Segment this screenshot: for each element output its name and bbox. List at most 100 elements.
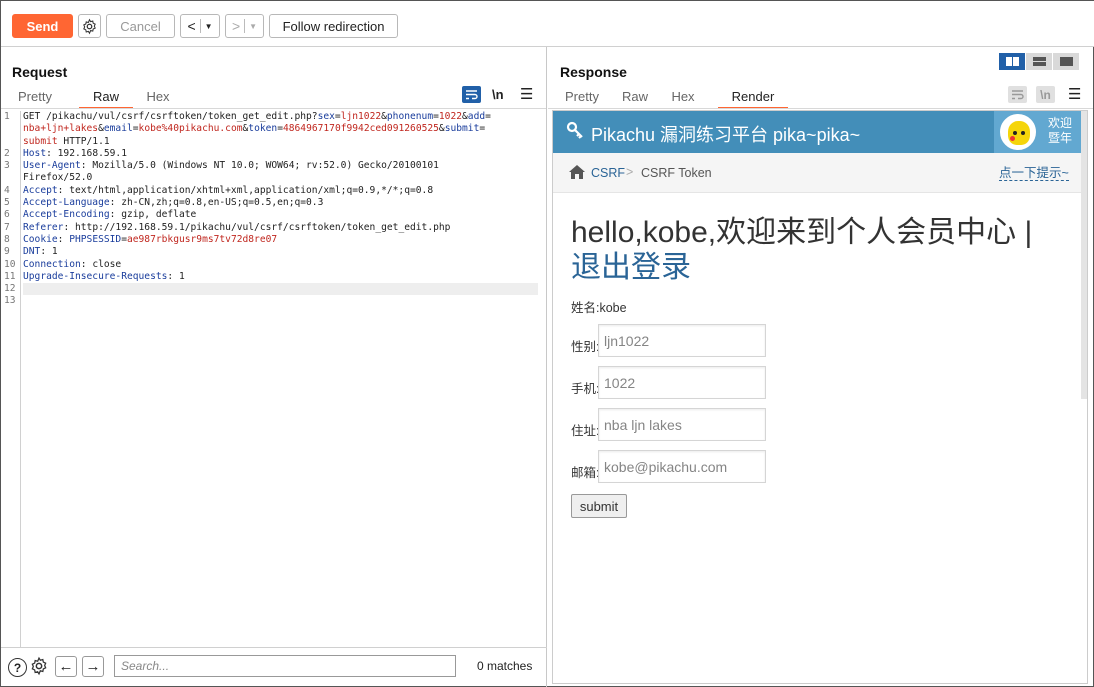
follow-redirection-button[interactable]: Follow redirection	[269, 14, 398, 38]
cancel-button[interactable]: Cancel	[106, 14, 175, 38]
breadcrumb-csrf-link[interactable]: CSRF	[591, 166, 625, 180]
key-icon	[566, 121, 584, 144]
request-editor[interactable]: 1 2 3 4 5 6 7 8 9 10 11 12 13 GET /pikachu/vul/csrf/…	[1, 111, 546, 647]
render-scrollbar[interactable]	[1081, 111, 1087, 399]
caret-down-icon: ▼	[249, 21, 258, 31]
tab-hex[interactable]: Hex	[670, 89, 696, 109]
help-icon[interactable]: ?	[8, 658, 27, 677]
hello-text: hello,kobe,欢迎来到个人会员中心 |	[571, 216, 1033, 249]
tab-hex[interactable]: Hex	[145, 89, 171, 109]
tab-pretty[interactable]: Pretty	[17, 89, 53, 109]
tab-render[interactable]: Render	[718, 89, 788, 109]
email-input[interactable]: kobe@pikachu.com	[598, 450, 766, 483]
line-number: 6	[4, 209, 10, 221]
line-number: 1	[4, 111, 10, 122]
wrap-icon	[1012, 90, 1024, 100]
request-search-bar: ? ← → Search... 0 matches	[1, 647, 547, 687]
send-button[interactable]: Send	[12, 14, 73, 38]
line-number	[4, 123, 20, 135]
code-line[interactable]: Cookie: PHPSESSID=ae987rbkgusr9ms7tv72d8…	[23, 234, 538, 246]
sex-label: 性别:	[571, 340, 600, 354]
layout-tabs-button[interactable]	[1053, 53, 1080, 70]
breadcrumb: CSRF > CSRF Token 点一下提示~	[553, 153, 1081, 193]
layout-stacked-button[interactable]	[1026, 53, 1053, 70]
line-number	[4, 172, 20, 184]
code-line[interactable]: User-Agent: Mozilla/5.0 (Windows NT 10.0…	[23, 160, 538, 172]
forward-button[interactable]: > ▼	[225, 14, 264, 38]
gear-icon	[83, 18, 96, 34]
submit-button[interactable]: submit	[571, 494, 627, 518]
site-title[interactable]: Pikachu 漏洞练习平台 pika~pika~	[591, 121, 860, 147]
line-number: 11	[4, 270, 16, 282]
line-number: 13	[4, 295, 16, 307]
back-button[interactable]: < ▼	[180, 14, 220, 38]
code-line[interactable]	[23, 283, 538, 296]
breadcrumb-separator-icon: >	[626, 165, 634, 179]
search-input[interactable]: Search...	[114, 655, 456, 677]
code-line[interactable]	[23, 295, 538, 307]
hint-link[interactable]: 点一下提示~	[999, 166, 1069, 181]
line-number: 3	[4, 160, 10, 172]
code-line[interactable]: nba+ljn+lakes&email=kobe%40pikachu.com&t…	[23, 123, 538, 135]
user-menu[interactable]: 欢迎 暨年	[994, 111, 1081, 153]
caret-down-icon: ▼	[204, 21, 213, 31]
layout-side-by-side-button[interactable]	[999, 53, 1026, 70]
line-number-gutter: 1 2 3 4 5 6 7 8 9 10 11 12 13	[1, 111, 21, 647]
chevron-right-icon: >	[231, 18, 241, 34]
avatar	[1000, 114, 1036, 150]
code-line[interactable]: Upgrade-Insecure-Requests: 1	[23, 271, 538, 283]
address-input[interactable]: nba ljn lakes	[598, 408, 766, 441]
newline-toggle[interactable]: \n	[492, 87, 504, 102]
chevron-left-icon: <	[187, 18, 196, 34]
request-panel: Request Pretty Raw Hex \n ☰ 1 2 3 4 5 6 7 8 9 10 1…	[1, 47, 547, 687]
top-toolbar: Send Cancel < ▼ > ▼ Follow redirection	[1, 1, 1094, 47]
code-line[interactable]: Accept-Encoding: gzip, deflate	[23, 209, 538, 221]
tab-divider	[1, 108, 546, 109]
code-line[interactable]: GET /pikachu/vul/csrf/csrftoken/token_ge…	[23, 111, 538, 123]
logout-link[interactable]: 退出登录	[571, 251, 691, 284]
tab-raw[interactable]: Raw	[622, 89, 648, 109]
single-pane-icon	[1059, 57, 1073, 66]
home-icon[interactable]	[569, 165, 585, 179]
rendered-page: Pikachu 漏洞练习平台 pika~pika~ 欢迎 暨年 CSRF > C…	[552, 110, 1088, 684]
code-line[interactable]: Connection: close	[23, 259, 538, 271]
phone-label: 手机:	[571, 382, 600, 396]
pikachu-avatar-icon	[1008, 121, 1030, 145]
request-tabs: Pretty Raw Hex	[17, 89, 171, 109]
next-match-button[interactable]: →	[82, 656, 104, 677]
menu-icon[interactable]: ☰	[1068, 85, 1081, 103]
request-text[interactable]: GET /pikachu/vul/csrf/csrftoken/token_ge…	[23, 111, 538, 308]
site-header: Pikachu 漏洞练习平台 pika~pika~ 欢迎 暨年	[553, 111, 1081, 153]
search-settings-button[interactable]	[29, 656, 49, 679]
arrow-left-icon: ←	[58, 658, 74, 675]
app-window: Send Cancel < ▼ > ▼ Follow redirection Req…	[0, 0, 1094, 687]
code-line[interactable]: DNT: 1	[23, 246, 538, 258]
previous-match-button[interactable]: ←	[55, 656, 77, 677]
code-line[interactable]: Referer: http://192.168.59.1/pikachu/vul…	[23, 222, 538, 234]
line-number: 10	[4, 258, 16, 270]
code-line[interactable]: Accept-Language: zh-CN,zh;q=0.8,en-US;q=…	[23, 197, 538, 209]
line-number	[4, 136, 20, 148]
rows-icon	[1032, 57, 1046, 66]
menu-icon[interactable]: ☰	[520, 85, 533, 103]
welcome-text: 欢迎 暨年	[1048, 116, 1073, 145]
request-title: Request	[12, 64, 68, 80]
sex-input[interactable]: ljn1022	[598, 324, 766, 357]
code-line[interactable]: Firefox/52.0	[23, 172, 538, 184]
code-line[interactable]: Host: 192.168.59.1	[23, 148, 538, 160]
name-row: 姓名:kobe	[571, 301, 627, 315]
word-wrap-toggle[interactable]	[1008, 86, 1027, 103]
tab-pretty[interactable]: Pretty	[564, 89, 600, 109]
phone-input[interactable]: 1022	[598, 366, 766, 399]
line-number: 8	[4, 233, 10, 245]
code-line[interactable]: submit HTTP/1.1	[23, 136, 538, 148]
settings-button[interactable]	[78, 14, 101, 38]
newline-toggle[interactable]: \n	[1036, 86, 1055, 103]
welcome-heading: hello,kobe,欢迎来到个人会员中心 | 退出登录	[571, 215, 1061, 285]
response-panel: Response Pretty Raw Hex Render \n ☰ Pika…	[548, 47, 1094, 687]
word-wrap-toggle[interactable]	[462, 86, 481, 103]
response-tabs: Pretty Raw Hex Render	[564, 89, 788, 109]
tab-raw[interactable]: Raw	[79, 89, 133, 109]
line-number: 7	[4, 221, 10, 233]
code-line[interactable]: Accept: text/html,application/xhtml+xml,…	[23, 185, 538, 197]
